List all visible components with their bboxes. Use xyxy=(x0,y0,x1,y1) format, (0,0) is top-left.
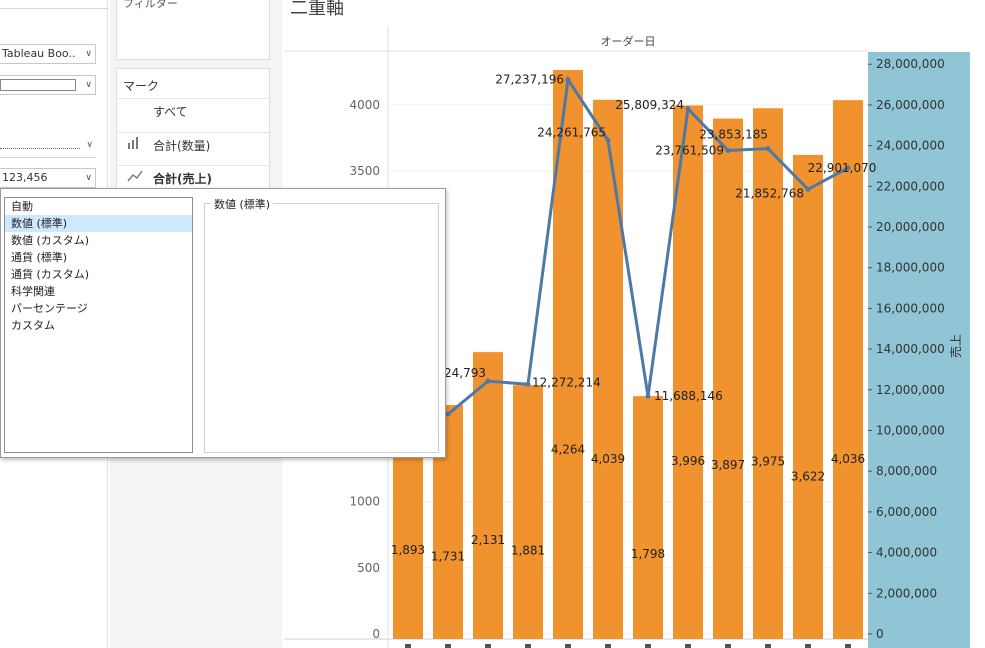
right-axis-tick-label: 2,000,000 xyxy=(876,586,937,600)
filters-card[interactable]: フィルター xyxy=(116,0,270,60)
bar-data-label: 4,036 xyxy=(831,452,865,466)
format-option[interactable]: パーセンテージ xyxy=(5,300,192,317)
bar-chart-icon xyxy=(127,133,143,159)
chevron-down-icon: ∨ xyxy=(86,140,93,150)
bar xyxy=(473,352,503,639)
marks-card: マーク すべて 合計(数量) 合計(売上) xyxy=(116,68,271,198)
format-settings-title: 数値 (標準) xyxy=(211,196,274,212)
number-format-dropdown[interactable]: 123,456 ∨ xyxy=(0,168,96,188)
sales-line xyxy=(447,75,849,416)
format-option[interactable]: 自動 xyxy=(5,198,192,215)
color-dropdown[interactable]: ∨ xyxy=(0,75,96,95)
right-axis-tick-label: 26,000,000 xyxy=(876,98,945,112)
format-option[interactable]: カスタム xyxy=(5,317,192,334)
bar-data-label: 3,897 xyxy=(711,458,745,472)
bar-data-label: 3,622 xyxy=(791,470,825,484)
right-axis-label: 売上 xyxy=(948,334,963,358)
format-option[interactable]: 通貨 (カスタム) xyxy=(5,266,192,283)
line-data-label: 21,852,768 xyxy=(735,186,804,200)
bar xyxy=(513,385,543,639)
left-axis-tick-label: 1000 xyxy=(349,495,380,509)
line-data-label: 23,853,185 xyxy=(699,128,768,142)
right-axis-tick-label: 16,000,000 xyxy=(876,301,945,315)
line-style-preview xyxy=(0,148,80,149)
line-data-label: 23,761,509 xyxy=(655,143,724,157)
marks-tab-all[interactable]: すべて xyxy=(117,98,271,124)
line-data-label: 22,901,070 xyxy=(808,161,877,175)
right-axis-tick-label: 28,000,000 xyxy=(876,57,945,71)
chevron-down-icon: ∨ xyxy=(85,49,92,59)
right-axis-tick-label: 4,000,000 xyxy=(876,546,937,560)
line-data-label: 25,809,324 xyxy=(615,98,684,112)
format-option[interactable]: 数値 (カスタム) xyxy=(5,232,192,249)
line-point xyxy=(765,146,771,152)
format-option[interactable]: 通貨 (標準) xyxy=(5,249,192,266)
bar-data-label: 2,131 xyxy=(471,533,505,547)
bar-data-label: 1,731 xyxy=(431,550,465,564)
right-axis-tick-label: 10,000,000 xyxy=(876,424,945,438)
color-swatch xyxy=(0,79,76,91)
marks-tab-label: すべて xyxy=(153,105,188,119)
line-point xyxy=(805,186,811,192)
bar xyxy=(593,99,623,639)
line-point xyxy=(725,147,731,153)
line-point xyxy=(645,393,651,399)
left-axis-tick-label: 3500 xyxy=(349,164,380,178)
right-axis-tick-label: 22,000,000 xyxy=(876,179,945,193)
line-data-label: 12,272,214 xyxy=(532,375,601,389)
bar-data-label: 1,798 xyxy=(631,547,665,561)
bar-data-label: 1,881 xyxy=(511,543,545,557)
right-axis-tick-label: 8,000,000 xyxy=(876,464,937,478)
left-axis-tick-label: 4000 xyxy=(349,98,380,112)
line-point xyxy=(685,106,691,112)
line-point xyxy=(445,411,451,417)
marks-title: マーク xyxy=(123,79,160,93)
line-style-dropdown[interactable]: ∨ xyxy=(0,138,96,158)
bar-data-label: 3,996 xyxy=(671,454,705,468)
column-header: オーダー日 xyxy=(601,34,656,48)
chevron-down-icon: ∨ xyxy=(85,80,92,90)
right-axis-tick-label: 0 xyxy=(876,627,884,641)
divider xyxy=(0,8,108,9)
right-axis-tick-label: 18,000,000 xyxy=(876,261,945,275)
marks-tab-label: 合計(数量) xyxy=(153,139,211,153)
right-axis-tick-label: 24,000,000 xyxy=(876,139,945,153)
font-dropdown[interactable]: Tableau Boo.. ∨ xyxy=(0,44,96,64)
format-option[interactable]: 数値 (標準) xyxy=(5,215,192,232)
format-option[interactable]: 科学関連 xyxy=(5,283,192,300)
line-data-label: 27,237,196 xyxy=(495,73,564,87)
line-point xyxy=(565,77,571,83)
bar xyxy=(793,154,823,639)
bar xyxy=(633,396,663,639)
line-point xyxy=(525,381,531,387)
chevron-down-icon: ∨ xyxy=(85,173,92,183)
format-list[interactable]: 自動 数値 (標準) 数値 (カスタム) 通貨 (標準) 通貨 (カスタム) 科… xyxy=(4,197,193,453)
line-point xyxy=(485,378,491,384)
sheet-title: 二重軸 xyxy=(290,0,344,19)
bar xyxy=(833,100,863,639)
right-axis-tick-label: 6,000,000 xyxy=(876,505,937,519)
bar-data-label: 1,893 xyxy=(391,543,425,557)
number-format-value: 123,456 xyxy=(2,171,48,184)
line-data-label: 24,793 xyxy=(444,366,486,380)
bar-data-label: 4,039 xyxy=(591,452,625,466)
left-axis-tick-label: 500 xyxy=(357,561,380,575)
right-axis-tick-label: 12,000,000 xyxy=(876,383,945,397)
marks-tab-quantity[interactable]: 合計(数量) xyxy=(117,132,271,158)
line-data-label: 24,261,765 xyxy=(537,125,606,139)
bar-data-label: 3,975 xyxy=(751,455,785,469)
format-settings-panel: 数値 (標準) xyxy=(204,196,439,453)
number-format-dialog[interactable]: 自動 数値 (標準) 数値 (カスタム) 通貨 (標準) 通貨 (カスタム) 科… xyxy=(0,188,446,458)
filters-title: フィルター xyxy=(123,0,178,10)
bar-data-label: 4,264 xyxy=(551,443,585,457)
right-axis-tick-label: 14,000,000 xyxy=(876,342,945,356)
line-data-label: 11,688,146 xyxy=(654,389,723,403)
line-point xyxy=(605,137,611,143)
font-dropdown-value: Tableau Boo.. xyxy=(2,47,76,60)
right-axis-tick-label: 20,000,000 xyxy=(876,220,945,234)
